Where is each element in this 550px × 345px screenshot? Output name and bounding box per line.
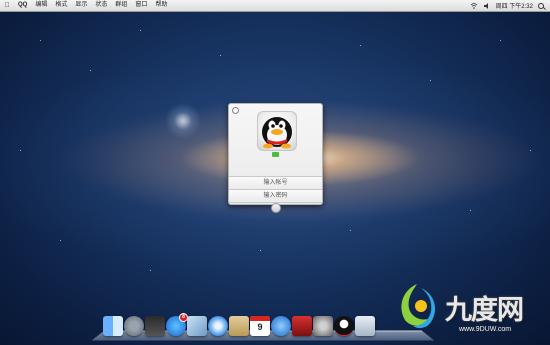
- avatar[interactable]: [257, 111, 297, 151]
- calendar-header: [250, 316, 270, 321]
- star: [140, 30, 141, 31]
- star: [530, 150, 531, 151]
- mission-control-icon[interactable]: [145, 316, 165, 336]
- photo-booth-icon[interactable]: [292, 316, 312, 336]
- login-arrow-button[interactable]: [271, 203, 281, 213]
- menu-qq[interactable]: QQ: [14, 0, 31, 11]
- star: [360, 45, 361, 46]
- menu-edit[interactable]: 编辑: [31, 0, 51, 11]
- star: [90, 70, 91, 71]
- star: [220, 55, 221, 56]
- menu-format[interactable]: 格式: [51, 0, 71, 11]
- qq-login-window: 输入帐号 输入密码: [228, 103, 323, 213]
- dock: 8 9: [103, 313, 375, 336]
- online-status-icon[interactable]: [272, 152, 279, 157]
- password-input[interactable]: 输入密码: [229, 190, 322, 203]
- itunes-icon[interactable]: [271, 316, 291, 336]
- star: [260, 250, 261, 251]
- menu-bar:  QQ 编辑 格式 显示 状态 群组 窗口 帮助 周四 下午2:32: [0, 0, 550, 12]
- close-button[interactable]: [232, 107, 239, 114]
- account-input[interactable]: 输入帐号: [229, 176, 322, 190]
- qq-penguin-avatar-icon: [262, 117, 292, 149]
- wifi-icon[interactable]: [470, 2, 478, 10]
- watermark-text: 九度网: [445, 295, 524, 325]
- finder-icon[interactable]: [103, 316, 123, 336]
- menu-help[interactable]: 帮助: [151, 0, 171, 11]
- menu-groups[interactable]: 群组: [111, 0, 131, 11]
- apple-icon[interactable]: : [0, 0, 14, 11]
- system-preferences-icon[interactable]: [313, 316, 333, 336]
- star: [430, 80, 431, 81]
- calendar-icon[interactable]: 9: [250, 316, 270, 336]
- qq-icon[interactable]: [334, 316, 354, 336]
- star: [500, 40, 501, 41]
- star: [20, 150, 21, 151]
- launchpad-icon[interactable]: [124, 316, 144, 336]
- preview-icon[interactable]: [187, 316, 207, 336]
- status-area: 周四 下午2:32: [470, 0, 544, 11]
- star: [40, 40, 41, 41]
- menu-status[interactable]: 状态: [91, 0, 111, 11]
- calendar-day: 9: [257, 322, 263, 332]
- menu-view[interactable]: 显示: [71, 0, 91, 11]
- star: [150, 270, 151, 271]
- app-store-icon[interactable]: 8: [166, 313, 188, 336]
- watermark-url: www.9DUW.com: [459, 326, 512, 333]
- star: [350, 230, 351, 231]
- watermark: 九度网 www.9DUW.com: [385, 270, 550, 345]
- trash-icon[interactable]: [355, 316, 375, 336]
- safari-icon[interactable]: [208, 316, 228, 336]
- search-icon[interactable]: [538, 2, 544, 9]
- star: [470, 210, 471, 211]
- star: [60, 240, 61, 241]
- volume-icon[interactable]: [483, 2, 491, 10]
- clock[interactable]: 周四 下午2:32: [496, 1, 533, 10]
- menu-window[interactable]: 窗口: [131, 0, 151, 11]
- mail-icon[interactable]: [229, 316, 249, 336]
- watermark-logo-icon: [401, 284, 436, 329]
